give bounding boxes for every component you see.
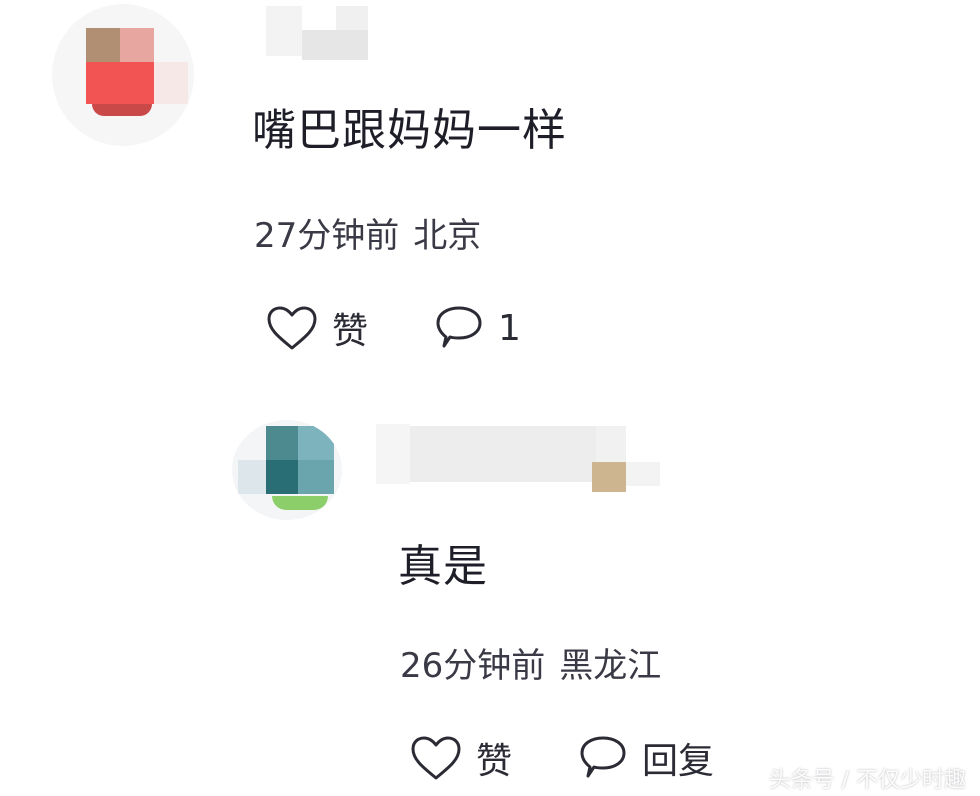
reply-count-button[interactable]: 1: [434, 304, 521, 352]
username-blurred[interactable]: [266, 6, 372, 62]
comment-text: 真是: [398, 541, 488, 592]
heart-outline-icon: [266, 305, 318, 351]
username-blurred[interactable]: [376, 424, 662, 494]
heart-outline-icon: [410, 735, 462, 781]
like-label: 赞: [332, 311, 369, 352]
speech-bubble-icon: [434, 304, 484, 352]
comment-location: 黑龙江: [559, 646, 662, 686]
comment-time: 26分钟前: [400, 646, 546, 686]
like-button[interactable]: 赞: [266, 302, 368, 354]
reply-label: 回复: [642, 741, 715, 782]
avatar[interactable]: [232, 420, 342, 520]
reply-count: 1: [498, 307, 521, 349]
comment-text: 嘴巴跟妈妈一样: [252, 105, 567, 156]
speech-bubble-icon: [578, 734, 628, 782]
comment-meta: 27分钟前 北京: [254, 208, 481, 257]
avatar[interactable]: [52, 4, 194, 146]
comment-time: 27分钟前: [254, 216, 400, 256]
comment-location: 北京: [413, 216, 482, 256]
comment-meta: 26分钟前 黑龙江: [400, 638, 661, 687]
like-label: 赞: [476, 741, 513, 782]
watermark: 头条号 / 不仅少时趣: [768, 768, 966, 793]
reply-button[interactable]: 回复: [578, 732, 714, 784]
like-button[interactable]: 赞: [410, 732, 512, 784]
